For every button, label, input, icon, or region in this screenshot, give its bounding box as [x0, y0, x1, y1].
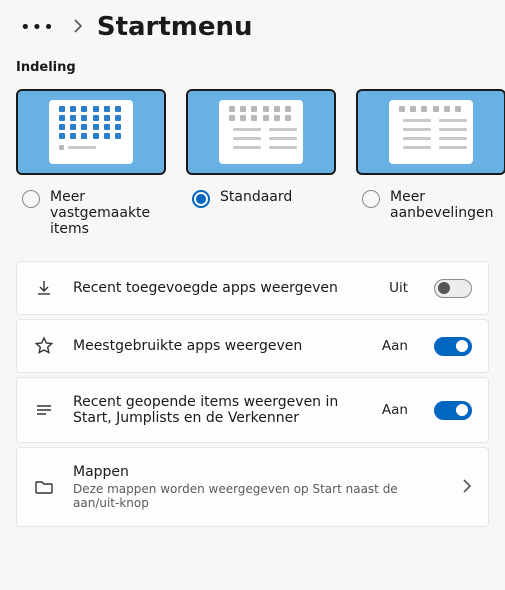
radio-icon	[22, 190, 40, 208]
layout-option-more-pinned[interactable]: Meer vastgemaakte items	[16, 89, 166, 237]
breadcrumb-more-icon[interactable]: •••	[16, 15, 59, 40]
setting-title: Mappen	[73, 464, 438, 480]
setting-recent-apps[interactable]: Recent toegevoegde apps weergeven Uit	[16, 261, 489, 315]
setting-title: Meestgebruikte apps weergeven	[73, 338, 364, 354]
toggle-on[interactable]	[434, 337, 472, 356]
layout-section-label: Indeling	[16, 60, 489, 75]
page-title: Startmenu	[97, 12, 253, 42]
radio-icon	[362, 190, 380, 208]
settings-list: Recent toegevoegde apps weergeven Uit Me…	[16, 261, 489, 527]
layout-options: Meer vastgemaakte items Standaard Meer a…	[16, 89, 489, 237]
toggle-off[interactable]	[434, 279, 472, 298]
setting-title: Recent geopende items weergeven in Start…	[73, 394, 364, 426]
layout-thumb-standard	[186, 89, 336, 175]
layout-option-more-recommendations[interactable]: Meer aanbevelingen	[356, 89, 505, 237]
star-icon	[33, 336, 55, 356]
setting-most-used[interactable]: Meestgebruikte apps weergeven Aan	[16, 319, 489, 373]
breadcrumb: ••• Startmenu	[16, 12, 489, 42]
setting-title: Recent toegevoegde apps weergeven	[73, 280, 371, 296]
layout-option-label: Meer aanbevelingen	[390, 189, 505, 221]
setting-recent-items[interactable]: Recent geopende items weergeven in Start…	[16, 377, 489, 443]
setting-folders[interactable]: Mappen Deze mappen worden weergegeven op…	[16, 447, 489, 527]
folder-icon	[33, 477, 55, 497]
layout-option-label: Meer vastgemaakte items	[50, 189, 166, 237]
layout-thumb-more-recommendations	[356, 89, 505, 175]
radio-icon	[192, 190, 210, 208]
setting-state-label: Aan	[382, 402, 408, 418]
list-icon	[33, 400, 55, 420]
layout-option-label: Standaard	[220, 189, 292, 205]
layout-option-standard[interactable]: Standaard	[186, 89, 336, 237]
chevron-right-icon	[462, 478, 472, 497]
setting-state-label: Uit	[389, 280, 408, 296]
setting-state-label: Aan	[382, 338, 408, 354]
layout-thumb-more-pinned	[16, 89, 166, 175]
chevron-right-icon	[73, 18, 83, 37]
download-icon	[33, 278, 55, 298]
toggle-on[interactable]	[434, 401, 472, 420]
setting-subtitle: Deze mappen worden weergegeven op Start …	[73, 482, 438, 510]
